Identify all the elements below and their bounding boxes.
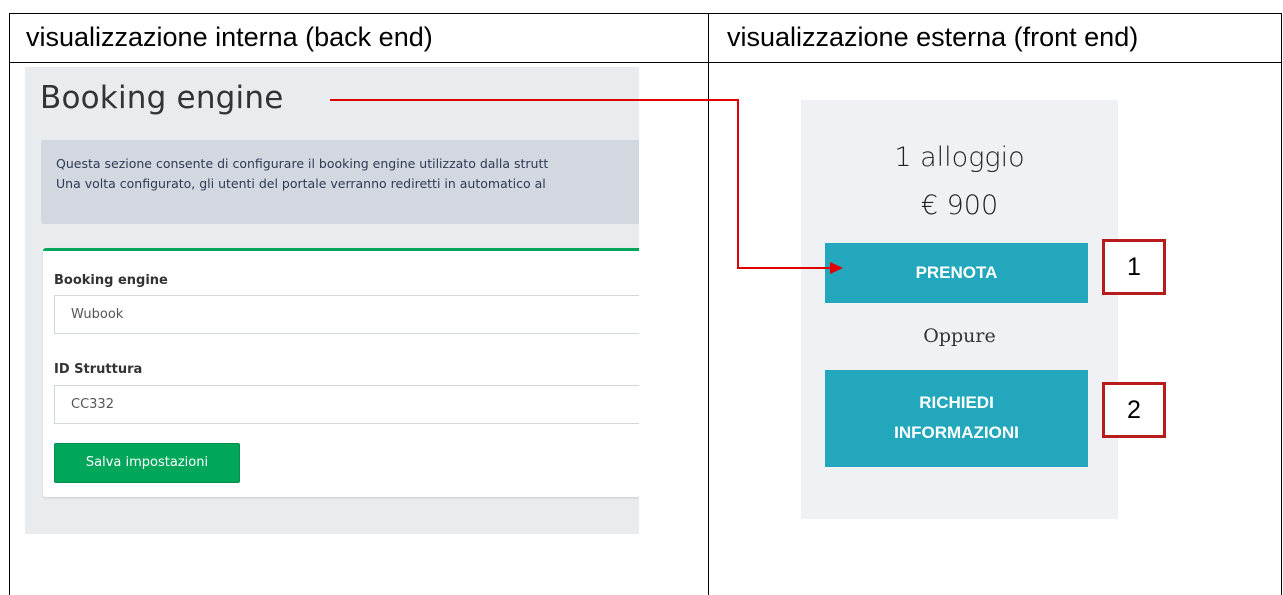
connector-arrow-line [330, 99, 832, 269]
connector-arrow-head [830, 262, 843, 274]
connector-arrow [330, 99, 843, 274]
